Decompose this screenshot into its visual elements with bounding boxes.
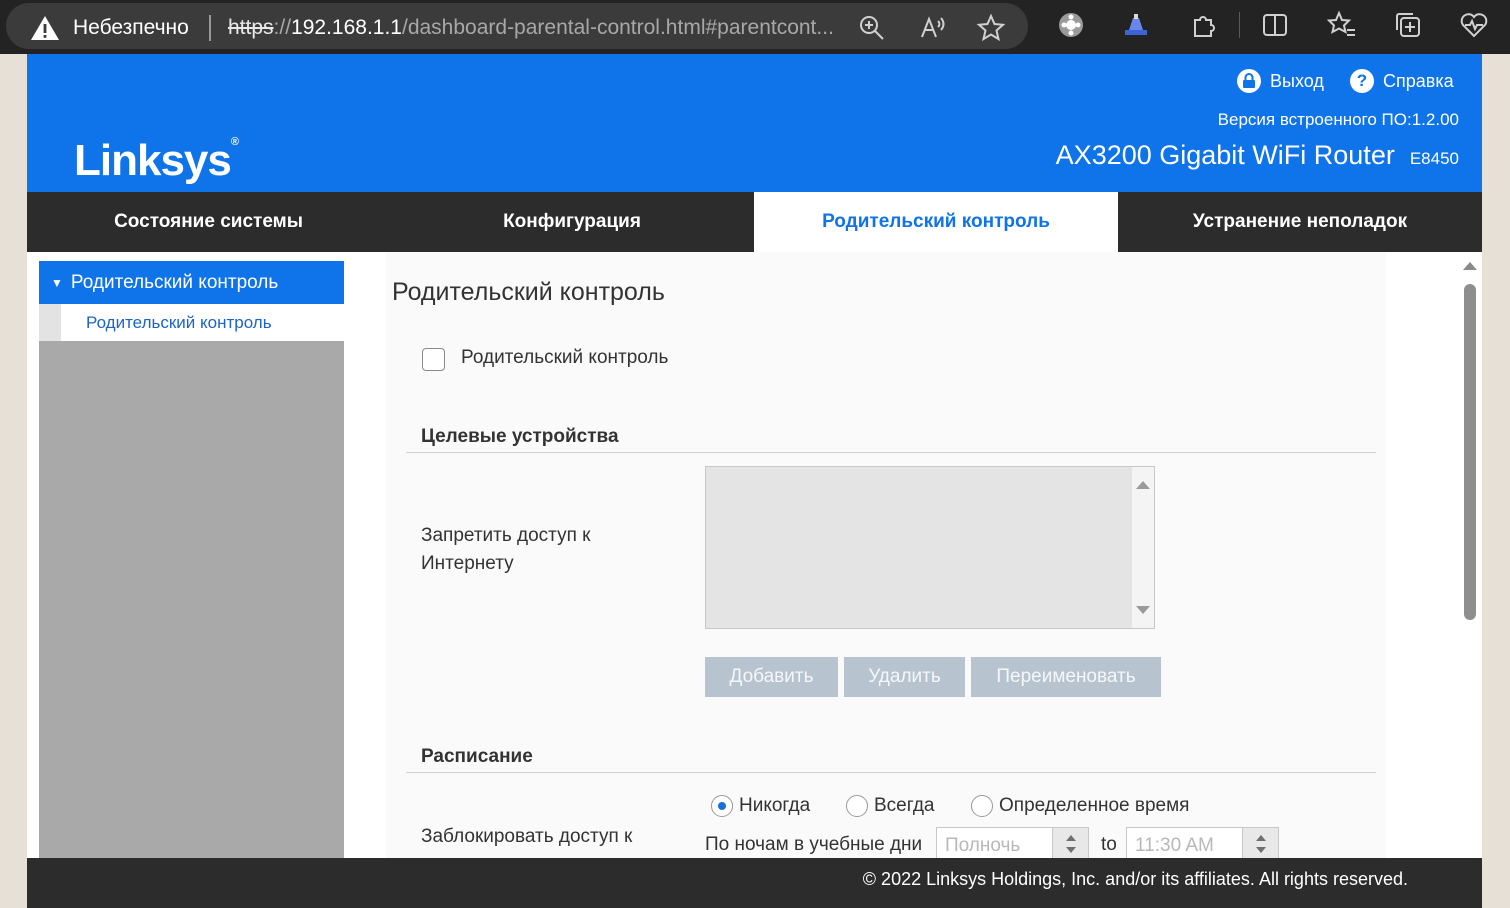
extension-ship-icon[interactable] bbox=[1121, 10, 1151, 40]
help-label: Справка bbox=[1383, 70, 1454, 91]
scroll-up-icon[interactable] bbox=[1136, 481, 1150, 489]
logo-text: Linksys bbox=[74, 136, 232, 185]
scrollbar-thumb[interactable] bbox=[1464, 284, 1476, 620]
school-nights-label: По ночам в учебные дни bbox=[705, 834, 923, 855]
scroll-up-icon[interactable] bbox=[1463, 262, 1477, 270]
url-protocol: https bbox=[228, 16, 274, 39]
tab-troubleshooting[interactable]: Устранение неполадок bbox=[1118, 192, 1482, 252]
url-host: 192.168.1.1 bbox=[291, 16, 402, 39]
device-list-scrollbar[interactable] bbox=[1132, 467, 1154, 628]
copyright-text: © 2022 Linksys Holdings, Inc. and/or its… bbox=[862, 869, 1408, 889]
browser-toolbar: Небезпечно https://192.168.1.1/dashboard… bbox=[0, 0, 1510, 54]
radio-specific-time-label: Определенное время bbox=[999, 795, 1190, 816]
remove-button[interactable]: Удалить bbox=[844, 657, 965, 697]
help-link[interactable]: ? Справка bbox=[1350, 68, 1454, 94]
zoom-icon[interactable] bbox=[857, 13, 887, 43]
to-label: to bbox=[1101, 834, 1117, 855]
model-code: E8450 bbox=[1409, 149, 1459, 168]
address-divider bbox=[209, 15, 211, 41]
url-separator: :// bbox=[273, 16, 292, 39]
logout-link[interactable]: Выход bbox=[1237, 68, 1324, 94]
spinner-arrows[interactable] bbox=[1052, 828, 1088, 860]
tab-parental-control[interactable]: Родительский контроль bbox=[754, 192, 1118, 252]
radio-button[interactable] bbox=[971, 795, 993, 817]
radio-always[interactable]: Всегда bbox=[846, 795, 934, 817]
deny-internet-label: Запретить доступ к Интернету bbox=[421, 525, 591, 574]
radio-never-label: Никогда bbox=[739, 795, 811, 816]
sidebar-item-parental-control[interactable]: Родительский контроль bbox=[39, 304, 344, 341]
section-divider bbox=[406, 772, 1376, 773]
radio-specific-time[interactable]: Определенное время bbox=[971, 795, 1189, 817]
toolbar-divider bbox=[1239, 12, 1240, 38]
address-bar[interactable]: Небезпечно https://192.168.1.1/dashboard… bbox=[6, 3, 1028, 49]
parental-control-checkbox[interactable] bbox=[422, 348, 445, 371]
router-admin-page: Linksys® Выход ? Справка Версия встроенн… bbox=[27, 54, 1482, 908]
router-model: AX3200 Gigabit WiFi Router E8450 bbox=[1056, 140, 1459, 171]
to-time-spinner[interactable]: 11:30 AM bbox=[1126, 827, 1279, 861]
sidebar: ▼ Родительский контроль Родительский кон… bbox=[39, 261, 344, 861]
read-aloud-icon[interactable] bbox=[918, 13, 948, 43]
extensions-icon[interactable] bbox=[1189, 10, 1219, 40]
rename-button[interactable]: Переименовать bbox=[971, 657, 1161, 697]
url-text[interactable]: https://192.168.1.1/dashboard-parental-c… bbox=[228, 16, 834, 40]
radio-never[interactable]: Никогда bbox=[711, 795, 810, 817]
split-screen-icon[interactable] bbox=[1260, 10, 1290, 40]
security-status-label[interactable]: Небезпечно bbox=[73, 16, 189, 40]
target-devices-heading: Целевые устройства bbox=[421, 426, 619, 447]
warning-icon[interactable] bbox=[30, 15, 60, 41]
spinner-up-icon[interactable] bbox=[1066, 835, 1076, 841]
collections-icon[interactable] bbox=[1393, 10, 1423, 40]
from-time-spinner[interactable]: Полночь bbox=[936, 827, 1089, 861]
url-path: /dashboard-parental-control.html#parentc… bbox=[401, 16, 834, 39]
firmware-version: Версия встроенного ПО:1.2.00 bbox=[1217, 110, 1459, 129]
model-name: AX3200 Gigabit WiFi Router bbox=[1055, 140, 1395, 170]
caret-down-icon: ▼ bbox=[51, 275, 63, 290]
to-time-value[interactable]: 11:30 AM bbox=[1135, 835, 1214, 857]
page-header: Linksys® Выход ? Справка Версия встроенн… bbox=[27, 54, 1482, 192]
tab-configuration[interactable]: Конфигурация bbox=[390, 192, 754, 252]
help-icon: ? bbox=[1350, 69, 1374, 93]
add-button[interactable]: Добавить bbox=[705, 657, 838, 697]
extension-puzzle-icon[interactable] bbox=[1056, 10, 1086, 40]
tab-system-status[interactable]: Состояние системы bbox=[27, 192, 390, 252]
favorite-star-icon[interactable] bbox=[976, 13, 1006, 43]
sidebar-section-label: Родительский контроль bbox=[70, 271, 279, 293]
page-scrollbar[interactable] bbox=[1459, 252, 1481, 858]
main-nav: Состояние системы Конфигурация Родительс… bbox=[27, 192, 1482, 252]
from-time-value[interactable]: Полночь bbox=[945, 835, 1020, 857]
logo-registered-mark: ® bbox=[230, 136, 239, 148]
radio-always-label: Всегда bbox=[874, 795, 935, 816]
block-access-label: Заблокировать доступ к bbox=[421, 826, 633, 847]
sidebar-section-parental-control[interactable]: ▼ Родительский контроль bbox=[39, 261, 344, 304]
sidebar-item-label[interactable]: Родительский контроль bbox=[86, 313, 272, 333]
section-divider bbox=[406, 452, 1376, 453]
parental-control-checkbox-label[interactable]: Родительский контроль bbox=[461, 347, 668, 369]
spinner-down-icon[interactable] bbox=[1066, 847, 1076, 853]
radio-button[interactable] bbox=[846, 795, 868, 817]
logout-label: Выход bbox=[1270, 70, 1324, 91]
sidebar-item-indent bbox=[39, 304, 61, 341]
spinner-up-icon[interactable] bbox=[1256, 835, 1266, 841]
spinner-arrows[interactable] bbox=[1242, 828, 1278, 860]
schedule-heading: Расписание bbox=[421, 746, 533, 767]
spinner-down-icon[interactable] bbox=[1256, 847, 1266, 853]
page-footer: © 2022 Linksys Holdings, Inc. and/or its… bbox=[27, 858, 1482, 908]
browser-health-icon[interactable] bbox=[1459, 10, 1489, 40]
linksys-logo: Linksys® bbox=[74, 136, 239, 186]
radio-button-selected[interactable] bbox=[711, 795, 733, 817]
favorites-icon[interactable] bbox=[1327, 10, 1357, 40]
lock-icon bbox=[1237, 69, 1261, 93]
scroll-down-icon[interactable] bbox=[1136, 606, 1150, 614]
main-content: Родительский контроль Родительский контр… bbox=[386, 252, 1386, 861]
device-list[interactable] bbox=[705, 466, 1155, 629]
page-title: Родительский контроль bbox=[392, 278, 665, 306]
